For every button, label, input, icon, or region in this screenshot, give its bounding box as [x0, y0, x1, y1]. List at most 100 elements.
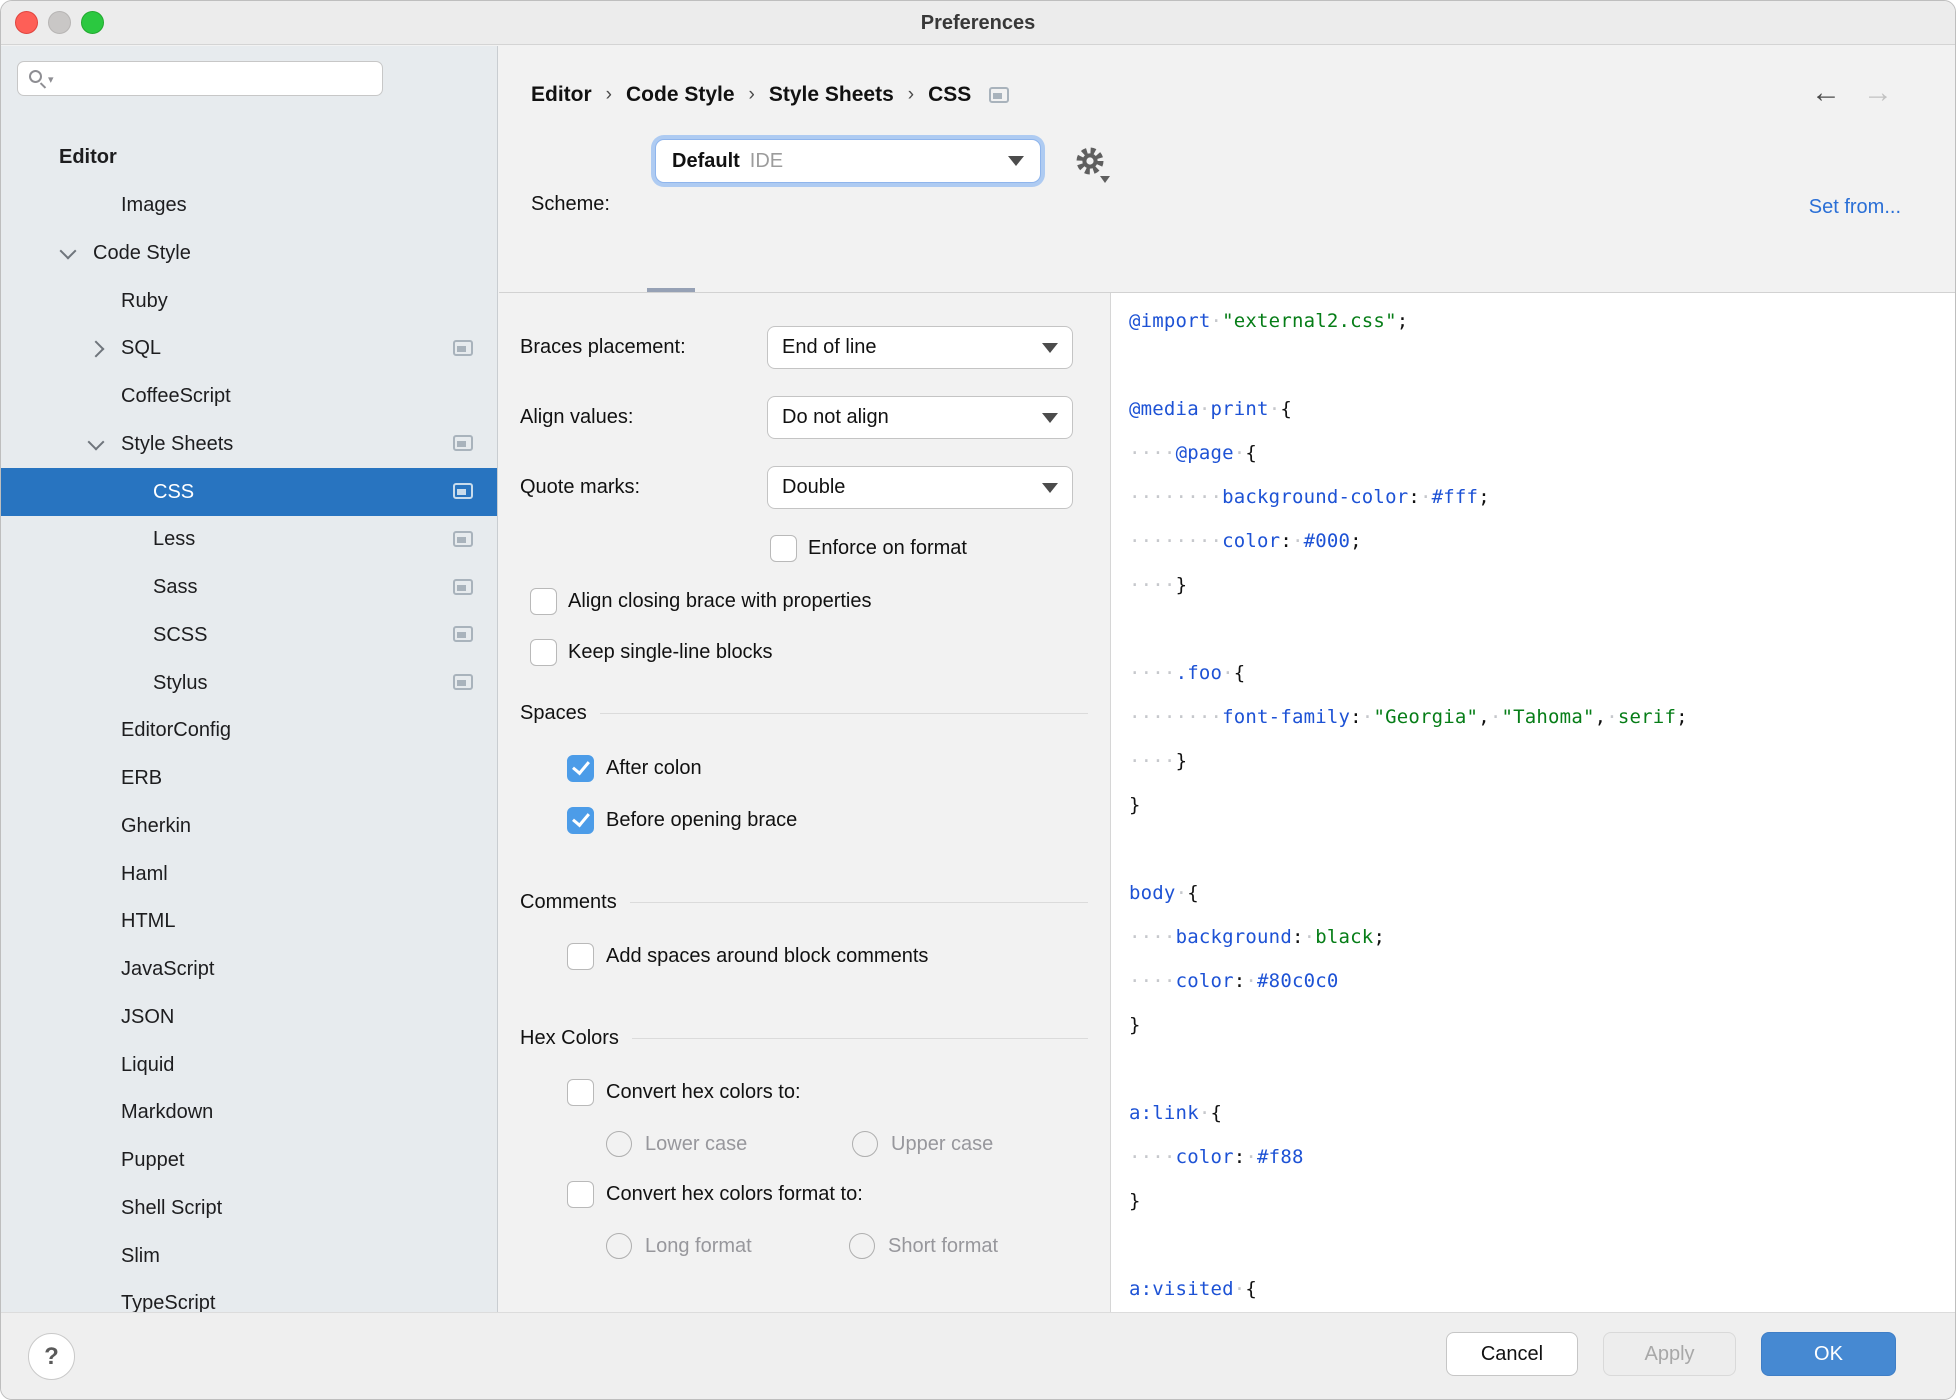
sidebar-tree-item[interactable]: Shell Script [1, 1185, 497, 1233]
tab[interactable] [607, 279, 611, 292]
search-input[interactable] [66, 64, 374, 93]
sidebar-tree-item[interactable]: Haml [1, 850, 497, 898]
long-format-label: Long format [645, 1233, 752, 1259]
lower-case-radio[interactable] [606, 1131, 632, 1157]
footer-bar: ? Cancel Apply OK [1, 1312, 1955, 1399]
convert-hex-format-checkbox[interactable] [567, 1181, 594, 1208]
code-line: a:visited·{ [1129, 1267, 1955, 1311]
sidebar-tree-item[interactable]: Slim [1, 1232, 497, 1280]
monitor-icon [453, 626, 473, 642]
code-style-tabs [499, 251, 1955, 293]
tab[interactable] [545, 279, 549, 292]
sidebar-item-label: Code Style [93, 242, 191, 265]
sidebar-tree-item[interactable]: TypeScript [1, 1280, 497, 1312]
align-values-dropdown[interactable]: Do not align [767, 396, 1073, 439]
sidebar-tree-item[interactable]: SQL [1, 325, 497, 373]
ok-button[interactable]: OK [1761, 1332, 1896, 1376]
sidebar-tree-item[interactable]: Editor [1, 134, 497, 182]
code-line: a:link·{ [1129, 1091, 1955, 1135]
sidebar-tree-item[interactable]: HTML [1, 898, 497, 946]
sidebar-tree-item[interactable]: JSON [1, 994, 497, 1042]
sidebar-tree-item[interactable]: Code Style [1, 230, 497, 278]
braces-placement-dropdown[interactable]: End of line [767, 326, 1073, 369]
code-line [1129, 607, 1955, 651]
upper-case-radio[interactable] [852, 1131, 878, 1157]
code-line: body·{ [1129, 871, 1955, 915]
breadcrumb-item-css[interactable]: CSS [928, 83, 971, 107]
chevron-icon [60, 243, 77, 260]
code-line: } [1129, 783, 1955, 827]
sidebar-tree-item[interactable]: Stylus [1, 659, 497, 707]
convert-hex-colors-to-checkbox[interactable] [567, 1079, 594, 1106]
breadcrumb-item-code-style[interactable]: Code Style [626, 83, 735, 107]
chevron-down-icon [1042, 343, 1058, 353]
content-header: Editor › Code Style › Style Sheets › CSS… [499, 46, 1955, 293]
breadcrumb-item-editor[interactable]: Editor [531, 83, 592, 107]
tab[interactable] [731, 279, 735, 292]
sidebar-item-label: SQL [121, 337, 161, 360]
long-format-radio[interactable] [606, 1233, 632, 1259]
monitor-icon [989, 87, 1009, 103]
sidebar-tree-item[interactable]: CoffeeScript [1, 373, 497, 421]
sidebar-tree-item[interactable]: Ruby [1, 277, 497, 325]
sidebar-item-label: Gherkin [121, 815, 191, 838]
sidebar-tree-item[interactable]: SCSS [1, 612, 497, 660]
quote-marks-dropdown[interactable]: Double [767, 466, 1073, 509]
search-history-caret-icon: ▾ [48, 73, 54, 86]
scheme-actions-gear-button[interactable] [1073, 145, 1113, 185]
spaces-section-title: Spaces [520, 702, 587, 725]
sidebar-item-label: Liquid [121, 1054, 174, 1077]
breadcrumb-separator: › [908, 84, 914, 106]
sidebar-item-label: TypeScript [121, 1292, 215, 1312]
sidebar-tree-item[interactable]: Liquid [1, 1041, 497, 1089]
keep-single-line-blocks-checkbox[interactable] [530, 639, 557, 666]
code-line [1129, 827, 1955, 871]
sidebar-tree-item[interactable]: Puppet [1, 1137, 497, 1185]
sidebar-tree-item[interactable]: ERB [1, 755, 497, 803]
breadcrumb-item-style-sheets[interactable]: Style Sheets [769, 83, 894, 107]
sidebar-item-label: Style Sheets [121, 433, 233, 456]
hex-colors-section-title: Hex Colors [520, 1027, 619, 1050]
search-field[interactable]: ▾ [17, 61, 383, 96]
code-line: ····background:·black; [1129, 915, 1955, 959]
sidebar-tree-item[interactable]: EditorConfig [1, 707, 497, 755]
align-closing-brace-checkbox[interactable] [530, 588, 557, 615]
sidebar-tree-item[interactable]: JavaScript [1, 946, 497, 994]
section-divider [632, 1038, 1088, 1039]
sidebar-tree-item[interactable]: Images [1, 182, 497, 230]
set-from-link[interactable]: Set from... [1809, 196, 1901, 219]
search-icon [29, 70, 42, 83]
scheme-value: Default [672, 150, 740, 173]
sidebar-tree-item[interactable]: Style Sheets [1, 421, 497, 469]
add-spaces-block-comments-label: Add spaces around block comments [606, 943, 928, 970]
tab[interactable] [669, 279, 673, 292]
monitor-icon [453, 435, 473, 451]
breadcrumb-separator: › [606, 84, 612, 106]
sidebar-tree-item[interactable]: Gherkin [1, 803, 497, 851]
after-colon-checkbox[interactable] [567, 755, 594, 782]
code-line: @media·print·{ [1129, 387, 1955, 431]
code-line: ········background-color:·#fff; [1129, 475, 1955, 519]
sidebar-tree-item[interactable]: Markdown [1, 1089, 497, 1137]
before-opening-brace-checkbox[interactable] [567, 807, 594, 834]
back-arrow-button[interactable]: ← [1811, 78, 1841, 108]
enforce-on-format-checkbox[interactable] [770, 535, 797, 562]
scheme-dropdown[interactable]: Default IDE [655, 139, 1041, 183]
sidebar-tree-item[interactable]: CSS [1, 468, 497, 516]
sidebar-item-label: HTML [121, 910, 175, 933]
help-button[interactable]: ? [28, 1333, 75, 1380]
add-spaces-block-comments-checkbox[interactable] [567, 943, 594, 970]
preferences-window: Preferences ▾ Editor Images Code Style [0, 0, 1956, 1400]
spaces-section-header: Spaces [520, 702, 1088, 725]
sidebar-tree-item[interactable]: Sass [1, 564, 497, 612]
section-divider [630, 902, 1088, 903]
monitor-icon [453, 579, 473, 595]
sidebar-item-label: ERB [121, 767, 162, 790]
braces-placement-value: End of line [782, 336, 877, 359]
settings-tree: Editor Images Code Style Ruby SQL [1, 134, 497, 1312]
sidebar-tree-item[interactable]: Less [1, 516, 497, 564]
chevron-down-icon [1008, 156, 1024, 166]
cancel-button[interactable]: Cancel [1446, 1332, 1578, 1376]
short-format-radio[interactable] [849, 1233, 875, 1259]
monitor-icon [453, 674, 473, 690]
